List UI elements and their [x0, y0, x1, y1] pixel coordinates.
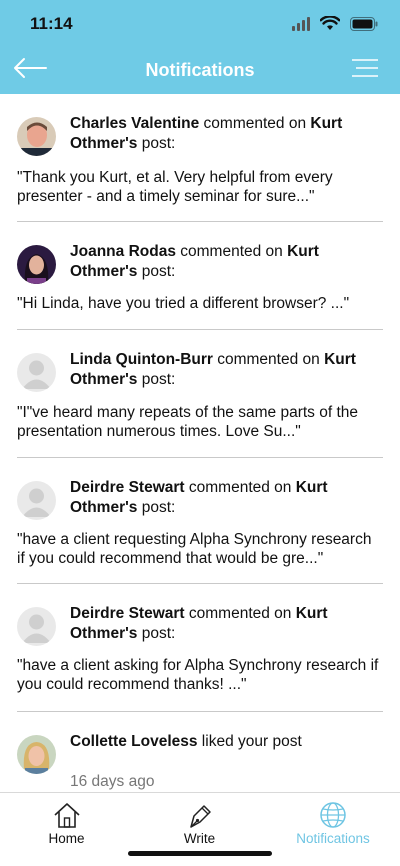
actor-name[interactable]: Joanna Rodas — [70, 243, 176, 260]
notification-text: Deirdre Stewart commented on Kurt Othmer… — [70, 605, 328, 642]
notification-text: Collette Loveless liked your post — [70, 733, 302, 750]
avatar — [17, 353, 56, 392]
globe-icon — [320, 802, 346, 828]
comment-snippet: "have a client asking for Alpha Synchron… — [17, 657, 379, 693]
actor-name[interactable]: Deirdre Stewart — [70, 479, 185, 496]
avatar — [17, 735, 56, 774]
notification-item[interactable]: Deirdre Stewart commented on Kurt Othmer… — [0, 584, 400, 712]
notification-item[interactable]: Joanna Rodas commented on Kurt Othmer's … — [0, 222, 400, 330]
home-icon — [53, 803, 80, 828]
status-time: 11:14 — [30, 14, 73, 33]
notification-text: Linda Quinton-Burr commented on Kurt Oth… — [70, 351, 356, 388]
tab-label: Write — [183, 831, 216, 846]
actor-name[interactable]: Collette Loveless — [70, 733, 198, 750]
comment-snippet: "Thank you Kurt, et al. Very helpful fro… — [17, 169, 333, 205]
avatar — [17, 481, 56, 520]
notification-list[interactable]: Charles Valentine commented on Kurt Othm… — [0, 94, 400, 792]
wifi-icon — [320, 16, 340, 30]
pen-icon — [189, 805, 211, 828]
tab-write[interactable]: Write — [133, 793, 266, 853]
comment-snippet: "Hi Linda, have you tried a different br… — [17, 295, 350, 312]
tab-label: Home — [48, 831, 85, 846]
notification-item[interactable]: Deirdre Stewart commented on Kurt Othmer… — [0, 458, 400, 584]
app-header: 11:14 Notifications — [0, 0, 400, 94]
battery-icon — [350, 17, 378, 31]
tab-home[interactable]: Home — [0, 793, 133, 853]
menu-icon — [352, 59, 378, 77]
default-avatar-icon — [17, 353, 56, 392]
time-ago: 16 days ago — [70, 773, 155, 790]
status-bar: 11:14 — [0, 0, 400, 46]
photo-woman-dark-icon — [17, 245, 56, 284]
avatar — [17, 607, 56, 646]
notification-text: Deirdre Stewart commented on Kurt Othmer… — [70, 479, 328, 516]
default-avatar-icon — [17, 607, 56, 646]
tab-label: Notifications — [296, 831, 370, 846]
notification-item[interactable]: Linda Quinton-Burr commented on Kurt Oth… — [0, 330, 400, 458]
avatar — [17, 117, 56, 156]
avatar — [17, 245, 56, 284]
notification-item[interactable]: Collette Loveless liked your post 16 day… — [0, 712, 400, 792]
notification-text: Charles Valentine commented on Kurt Othm… — [70, 115, 343, 152]
notification-text: Joanna Rodas commented on Kurt Othmer's … — [70, 243, 319, 280]
photo-woman-blonde-icon — [17, 735, 56, 774]
signal-icon — [292, 17, 310, 31]
actor-name[interactable]: Deirdre Stewart — [70, 605, 185, 622]
default-avatar-icon — [17, 481, 56, 520]
page-title: Notifications — [145, 60, 255, 80]
photo-man-icon — [17, 117, 56, 156]
actor-name[interactable]: Linda Quinton-Burr — [70, 351, 213, 368]
menu-button[interactable] — [350, 56, 382, 82]
status-icons — [292, 14, 382, 34]
actor-name[interactable]: Charles Valentine — [70, 115, 199, 132]
comment-snippet: "have a client requesting Alpha Synchron… — [17, 531, 372, 567]
comment-snippet: "I"ve heard many repeats of the same par… — [17, 404, 358, 440]
home-indicator — [128, 851, 272, 856]
tab-notifications[interactable]: Notifications — [266, 793, 400, 853]
notification-item[interactable]: Charles Valentine commented on Kurt Othm… — [0, 94, 400, 222]
nav-bar: Notifications — [0, 46, 400, 94]
